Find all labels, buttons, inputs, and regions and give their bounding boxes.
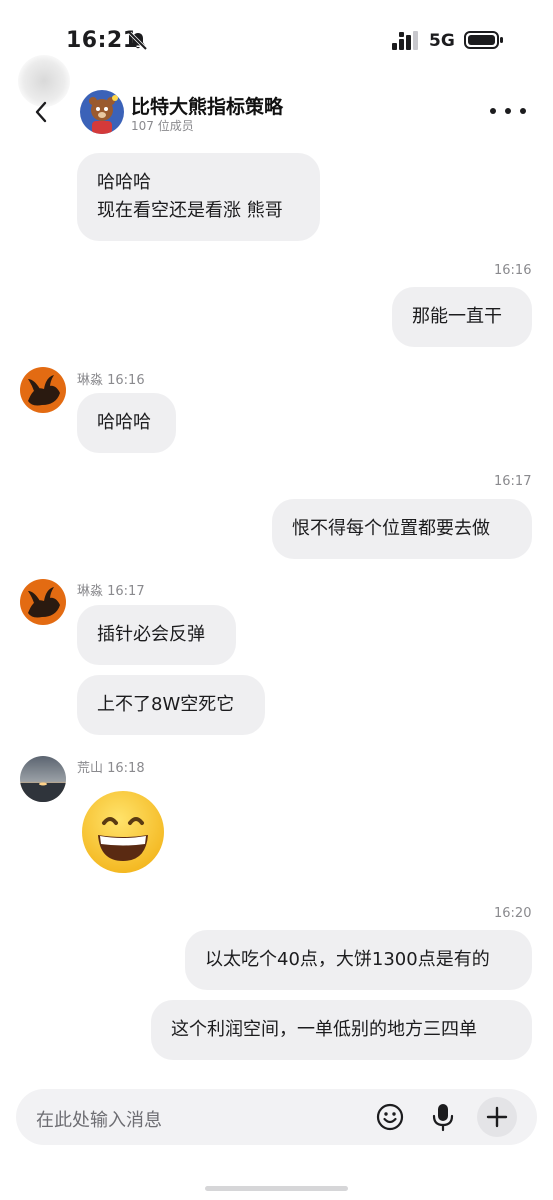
message-input[interactable]: 在此处输入消息	[36, 1106, 162, 1132]
microphone-icon[interactable]	[431, 1102, 455, 1132]
bear-avatar-icon	[80, 90, 124, 134]
message-bubble-outgoing[interactable]: 这个利润空间，一单低别的地方三四单	[151, 1000, 532, 1060]
message-text: 那能一直干	[412, 306, 502, 327]
timestamp: 16:16	[494, 263, 532, 278]
message-bubble-outgoing[interactable]: 那能一直干	[392, 287, 532, 347]
sender-label: 琳淼 16:16	[77, 373, 145, 388]
bell-slash-icon	[128, 31, 148, 51]
more-icon-dot	[520, 108, 526, 114]
sender-label: 琳淼 16:17	[77, 584, 145, 599]
timestamp: 16:20	[494, 906, 532, 921]
status-bar: 16:21 5G	[0, 0, 553, 80]
message-text: 恨不得每个位置都要去做	[292, 518, 490, 539]
message-bubble-incoming[interactable]: 插针必会反弹	[77, 605, 236, 665]
message-bubble-incoming[interactable]: 哈哈哈	[77, 393, 176, 453]
bull-avatar-icon	[20, 367, 66, 413]
more-icon-dot	[490, 108, 496, 114]
battery-icon	[464, 31, 503, 49]
grinning-face-emoji[interactable]	[80, 789, 166, 875]
message-bubble-outgoing[interactable]: 以太吃个40点，大饼1300点是有的	[185, 930, 532, 990]
bull-avatar-icon	[20, 579, 66, 625]
signal-icon	[392, 31, 418, 50]
message-bubble-outgoing[interactable]: 恨不得每个位置都要去做	[272, 499, 532, 559]
plus-icon	[486, 1106, 508, 1128]
add-button[interactable]	[477, 1097, 517, 1137]
message-text: 上不了8W空死它	[97, 694, 235, 715]
avatar[interactable]	[20, 367, 66, 413]
message-bubble-incoming[interactable]: 哈哈哈 现在看空还是看涨 熊哥	[77, 153, 320, 241]
emoji-icon[interactable]	[376, 1103, 404, 1131]
member-count[interactable]: 107 位成员	[131, 117, 194, 134]
group-avatar[interactable]	[80, 90, 124, 134]
more-icon-dot	[505, 108, 511, 114]
back-button[interactable]	[26, 92, 56, 132]
more-button[interactable]	[490, 100, 526, 122]
chevron-left-icon	[35, 101, 47, 123]
message-bubble-incoming[interactable]: 上不了8W空死它	[77, 675, 265, 735]
timestamp: 16:17	[494, 474, 532, 489]
message-text: 以太吃个40点，大饼1300点是有的	[205, 949, 490, 970]
sunset-avatar-icon	[20, 756, 66, 802]
avatar[interactable]	[20, 756, 66, 802]
message-text: 哈哈哈	[97, 172, 151, 193]
message-text: 插针必会反弹	[97, 624, 205, 645]
message-text: 现在看空还是看涨 熊哥	[97, 200, 283, 221]
home-indicator	[205, 1186, 348, 1191]
message-text: 哈哈哈	[97, 412, 151, 433]
message-input-bar: 在此处输入消息	[16, 1089, 537, 1145]
avatar[interactable]	[20, 579, 66, 625]
network-label: 5G	[429, 31, 455, 51]
sender-label: 荒山 16:18	[77, 761, 145, 776]
message-text: 这个利润空间，一单低别的地方三四单	[171, 1019, 477, 1040]
group-name: 比特大熊指标策略	[131, 96, 284, 118]
